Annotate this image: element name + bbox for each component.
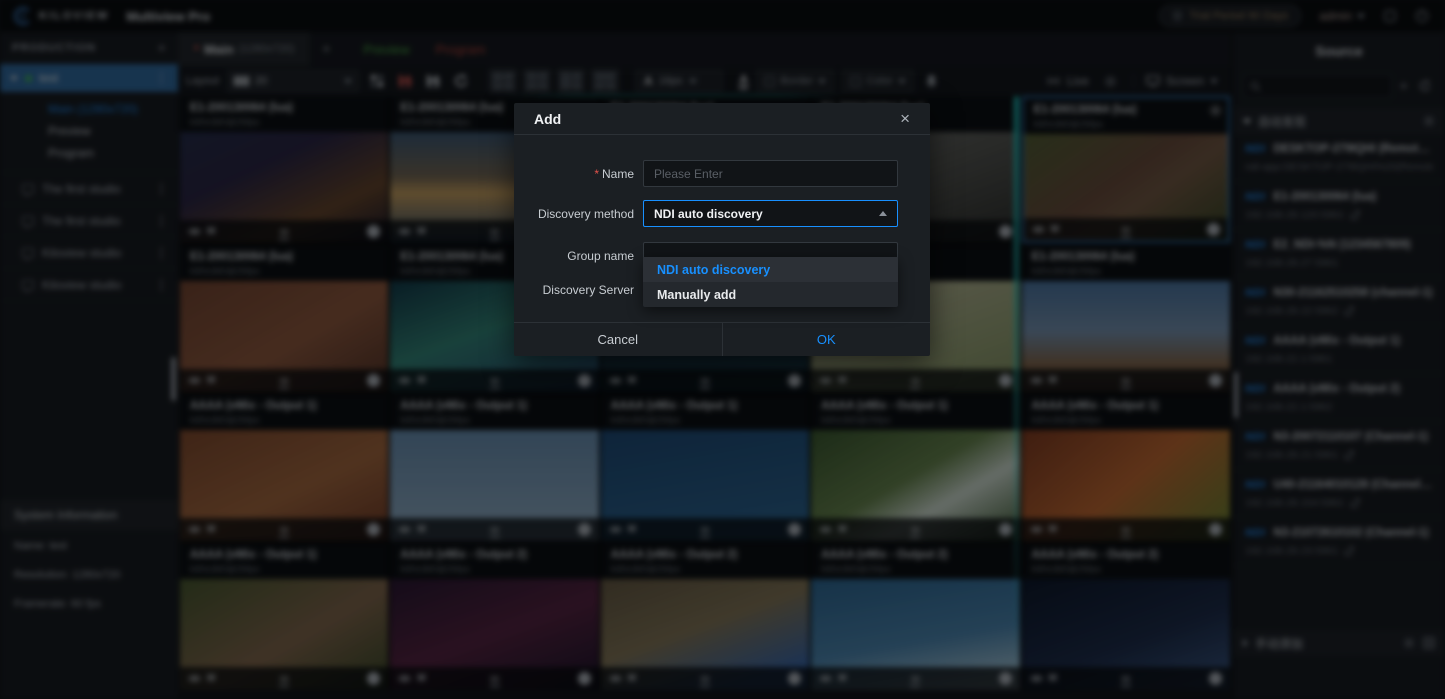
app-stage: KILOVIEW Multiview Pro Trial Period 90 D… bbox=[0, 0, 1445, 699]
discovery-method-row: Discovery method NDI auto discovery bbox=[514, 200, 930, 227]
close-icon[interactable]: × bbox=[900, 110, 910, 127]
dropdown-option[interactable]: Manually add bbox=[643, 282, 898, 307]
required-marker: * bbox=[594, 167, 599, 181]
dropdown-option[interactable]: NDI auto discovery bbox=[643, 257, 898, 282]
name-field[interactable] bbox=[643, 160, 898, 187]
discovery-method-dropdown: NDI auto discoveryManually add bbox=[643, 257, 898, 307]
discovery-method-label: Discovery method bbox=[522, 207, 634, 221]
name-label: *Name bbox=[522, 167, 634, 181]
group-name-label: Group name bbox=[522, 249, 634, 263]
dialog-title: Add bbox=[534, 111, 561, 127]
ok-button[interactable]: OK bbox=[723, 323, 931, 356]
add-dialog-header: Add × bbox=[514, 103, 930, 135]
discovery-method-select[interactable]: NDI auto discovery bbox=[643, 200, 898, 227]
name-row: *Name bbox=[514, 160, 930, 187]
cancel-button[interactable]: Cancel bbox=[514, 323, 723, 356]
add-dialog-body: *Name Discovery method NDI auto discover… bbox=[514, 135, 930, 322]
add-dialog-footer: Cancel OK bbox=[514, 322, 930, 356]
chevron-up-icon bbox=[879, 211, 887, 216]
add-dialog: Add × *Name Discovery method NDI auto di… bbox=[514, 103, 930, 356]
discovery-method-value: NDI auto discovery bbox=[654, 207, 879, 221]
discovery-server-label: Discovery Server bbox=[522, 283, 634, 297]
